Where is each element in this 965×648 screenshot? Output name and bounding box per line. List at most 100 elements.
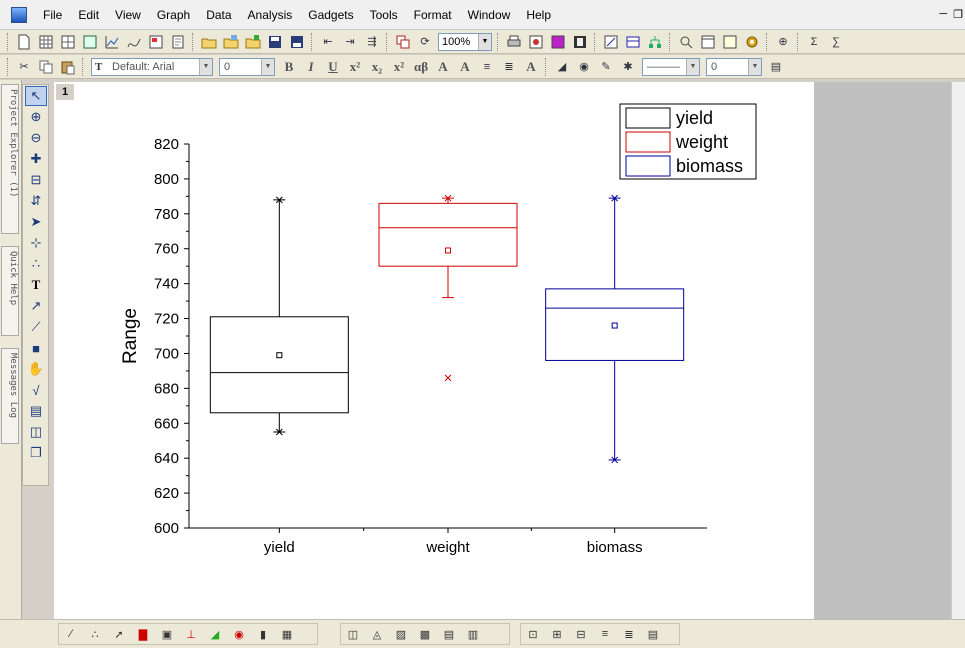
minimize-icon[interactable]: ─	[939, 8, 947, 21]
menu-tools[interactable]: Tools	[362, 0, 406, 30]
vertical-scrollbar[interactable]	[951, 82, 965, 619]
tab-quick-help[interactable]: Quick Help	[1, 246, 19, 336]
line-color-icon[interactable]: ✎	[597, 58, 615, 76]
pointer-icon[interactable]: ↖	[25, 86, 47, 106]
menu-view[interactable]: View	[107, 0, 149, 30]
toolbar-grip[interactable]	[7, 57, 10, 76]
print-icon[interactable]	[505, 33, 523, 51]
menu-graph[interactable]: Graph	[149, 0, 198, 30]
font-color-icon[interactable]: A	[522, 58, 540, 76]
3d-wall-icon[interactable]: ◬	[367, 625, 387, 643]
arrow-icon[interactable]: ↗	[25, 296, 47, 316]
find-icon[interactable]	[677, 33, 695, 51]
line-style-combo[interactable]: ——— ▼	[642, 57, 700, 76]
3d-waterfall-icon[interactable]: ▤	[439, 625, 459, 643]
layer-management-icon[interactable]: ▤	[643, 625, 663, 643]
menu-data[interactable]: Data	[198, 0, 239, 30]
open-excel-icon[interactable]	[244, 33, 262, 51]
font-size-combo[interactable]: 0 ▼	[219, 57, 275, 76]
new-layout-icon[interactable]	[147, 33, 165, 51]
3d-bar-icon[interactable]: ◫	[343, 625, 363, 643]
menu-edit[interactable]: Edit	[70, 0, 107, 30]
align-left-icon[interactable]: ≡	[478, 58, 496, 76]
greek-icon[interactable]: αβ	[412, 58, 430, 76]
menu-analysis[interactable]: Analysis	[240, 0, 301, 30]
pattern-icon[interactable]: ▤	[767, 58, 785, 76]
new-notes-icon[interactable]	[169, 33, 187, 51]
zoom-in-icon[interactable]: ⊕	[25, 107, 47, 127]
zoom-out-icon[interactable]: ⊖	[25, 128, 47, 148]
new-excel-icon[interactable]	[81, 33, 99, 51]
toolbar-grip[interactable]	[7, 32, 10, 51]
mask-icon[interactable]: ⊹	[25, 233, 47, 253]
film-icon[interactable]	[571, 33, 589, 51]
add-layer-icon[interactable]: ◫	[25, 422, 47, 442]
zoom-combo[interactable]: 100% ▼	[438, 32, 492, 51]
insert-graph-icon[interactable]: ▤	[25, 401, 47, 421]
chevron-down-icon[interactable]: ▼	[478, 33, 491, 50]
recalculate-icon[interactable]: ⟳	[416, 33, 434, 51]
3d-contour-icon[interactable]: ▥	[463, 625, 483, 643]
italic-icon[interactable]: I	[302, 58, 320, 76]
import-wizard-icon[interactable]: ⇶	[363, 33, 381, 51]
line-width-combo[interactable]: 0 ▼	[706, 57, 762, 76]
new-worksheet-icon[interactable]	[37, 33, 55, 51]
chevron-down-icon[interactable]: ▼	[261, 58, 274, 75]
3d-surface-icon[interactable]: ▨	[391, 625, 411, 643]
tab-project-explorer[interactable]: Project Explorer (1)	[1, 84, 19, 234]
line-plot-icon[interactable]: ∕	[61, 625, 81, 643]
extract-icon[interactable]: ⊟	[571, 625, 591, 643]
increase-font-icon[interactable]: A	[434, 58, 452, 76]
3d-ribbon-icon[interactable]: ▩	[415, 625, 435, 643]
open-folder-icon[interactable]	[200, 33, 218, 51]
duplicate-icon[interactable]	[394, 33, 412, 51]
align-icon[interactable]: ≡	[595, 625, 615, 643]
data-reader-icon[interactable]: ⊟	[25, 170, 47, 190]
area-plot-icon[interactable]: ◢	[205, 625, 225, 643]
scatter-plot-icon[interactable]: ∴	[85, 625, 105, 643]
pattern-color-icon[interactable]: ◉	[575, 58, 593, 76]
rescale-icon[interactable]: ⊡	[523, 625, 543, 643]
cut-icon[interactable]: ✂	[15, 58, 33, 76]
bold-icon[interactable]: B	[280, 58, 298, 76]
subscript-icon[interactable]: x₂	[368, 58, 386, 76]
superscript-icon[interactable]: x²	[346, 58, 364, 76]
results-log-icon[interactable]	[624, 33, 642, 51]
tab-messages-log[interactable]: Messages Log	[1, 348, 19, 444]
new-graph-icon[interactable]	[103, 33, 121, 51]
export-icon[interactable]	[527, 33, 545, 51]
menu-window[interactable]: Window	[460, 0, 519, 30]
chevron-down-icon[interactable]: ▼	[748, 58, 761, 75]
font-combo[interactable]: T Default: Arial ▼	[91, 57, 213, 76]
save-template-icon[interactable]	[288, 33, 306, 51]
add-column-icon[interactable]: ⊕	[774, 33, 792, 51]
copy-page-icon[interactable]	[549, 33, 567, 51]
copy-icon[interactable]	[37, 58, 55, 76]
rectangle-icon[interactable]: ■	[25, 338, 47, 358]
script-icon[interactable]	[721, 33, 739, 51]
symbol-icon[interactable]: ✱	[619, 58, 637, 76]
save-project-icon[interactable]	[266, 33, 284, 51]
template-library-icon[interactable]: ▦	[277, 625, 297, 643]
layer-tab[interactable]: 1	[56, 84, 74, 100]
restore-icon[interactable]: ❐	[953, 8, 963, 21]
code-builder-icon[interactable]	[602, 33, 620, 51]
new-matrix-icon[interactable]	[59, 33, 77, 51]
new-project-icon[interactable]	[15, 33, 33, 51]
line-spacing-icon[interactable]: ≣	[500, 58, 518, 76]
decrease-font-icon[interactable]: A	[456, 58, 474, 76]
app-icon[interactable]	[11, 6, 27, 23]
candlestick-icon[interactable]: ▮	[253, 625, 273, 643]
menu-gadgets[interactable]: Gadgets	[300, 0, 361, 30]
graph-page[interactable]: 600 620 640 660 680 700 720 740 760 780 800 820 Rang…	[54, 82, 814, 619]
chevron-down-icon[interactable]: ▼	[199, 58, 212, 75]
column-plot-icon[interactable]: ▇	[133, 625, 153, 643]
project-explorer-icon[interactable]	[646, 33, 664, 51]
merge-icon[interactable]: ⊞	[547, 625, 567, 643]
line-symbol-plot-icon[interactable]: ➚	[109, 625, 129, 643]
statistics-icon[interactable]: ∑	[827, 33, 845, 51]
text-icon[interactable]: T	[25, 275, 47, 295]
hand-icon[interactable]: ✋	[25, 359, 47, 379]
import-ascii-icon[interactable]: ⇤	[319, 33, 337, 51]
screen-reader-icon[interactable]: ✚	[25, 149, 47, 169]
